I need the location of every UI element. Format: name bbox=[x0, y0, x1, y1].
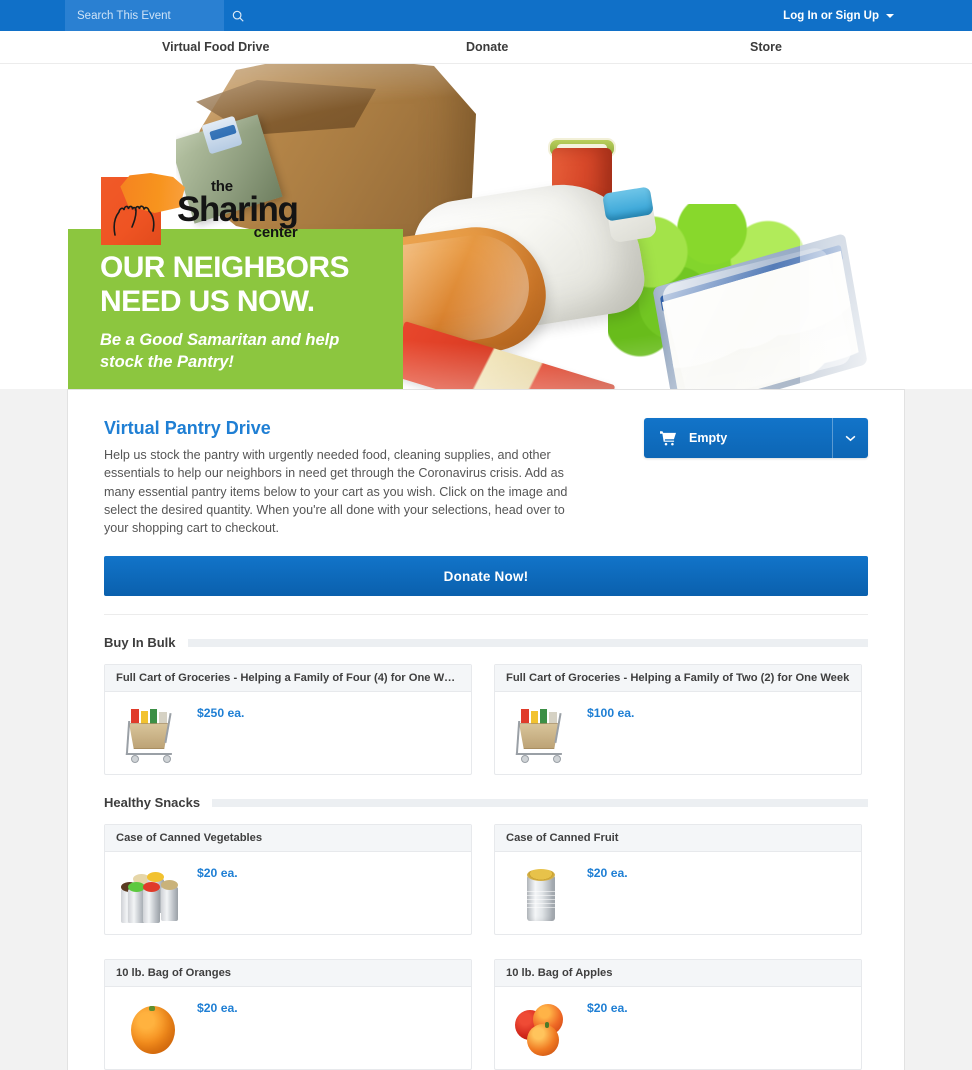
product-card[interactable]: 10 lb. Bag of Oranges $20 ea. bbox=[104, 959, 472, 1070]
chevron-down-icon[interactable] bbox=[886, 14, 894, 18]
donate-now-button[interactable]: Donate Now! bbox=[104, 556, 868, 597]
panel-header: Virtual Pantry Drive Help us stock the p… bbox=[104, 418, 868, 537]
section-title: Healthy Snacks bbox=[104, 795, 201, 811]
hero-subheadline: Be a Good Samaritan and help stock the P… bbox=[100, 331, 340, 371]
product-grid-buy-in-bulk: Full Cart of Groceries - Helping a Famil… bbox=[104, 664, 868, 776]
product-body[interactable]: $20 ea. bbox=[105, 852, 471, 934]
section-divider-bar bbox=[212, 798, 868, 807]
product-body[interactable]: $100 ea. bbox=[495, 692, 861, 774]
helping-hands-icon bbox=[101, 173, 185, 245]
canned-vegetables-thumbnail[interactable] bbox=[119, 861, 183, 925]
apples-thumbnail[interactable] bbox=[509, 996, 573, 1060]
top-bar: Log In or Sign Up bbox=[0, 0, 972, 31]
product-card[interactable]: 10 lb. Bag of Apples $20 ea. bbox=[494, 959, 862, 1070]
nav-item-virtual-food-drive[interactable]: Virtual Food Drive bbox=[162, 31, 269, 64]
content-panel: Virtual Pantry Drive Help us stock the p… bbox=[67, 389, 905, 1070]
logo-word-sharing: Sharing bbox=[177, 189, 299, 229]
intro-block: Virtual Pantry Drive Help us stock the p… bbox=[104, 418, 589, 537]
canned-fruit-thumbnail[interactable] bbox=[509, 861, 573, 925]
product-name: Full Cart of Groceries - Helping a Famil… bbox=[495, 665, 861, 693]
section-divider-bar bbox=[187, 638, 868, 647]
product-price: $100 ea. bbox=[587, 706, 635, 721]
product-price: $20 ea. bbox=[587, 866, 628, 881]
product-body[interactable]: $20 ea. bbox=[495, 987, 861, 1069]
hero-headline-line1: OUR NEIGHBORS bbox=[100, 251, 349, 284]
product-card[interactable]: Full Cart of Groceries - Helping a Famil… bbox=[104, 664, 472, 776]
product-name: Case of Canned Vegetables bbox=[105, 825, 471, 853]
product-card[interactable]: Case of Canned Vegetables $20 ea. bbox=[104, 824, 472, 936]
section-header-buy-in-bulk: Buy In Bulk bbox=[104, 635, 868, 650]
hero-banner: the Sharing center OUR NEIGHBORS NEED US… bbox=[0, 64, 972, 389]
product-body[interactable]: $20 ea. bbox=[495, 852, 861, 934]
cart-button[interactable]: Empty bbox=[644, 418, 868, 458]
product-card[interactable]: Full Cart of Groceries - Helping a Famil… bbox=[494, 664, 862, 776]
section-header-healthy-snacks: Healthy Snacks bbox=[104, 795, 868, 810]
nav-item-store[interactable]: Store bbox=[750, 31, 782, 64]
cart-status-label: Empty bbox=[689, 431, 728, 445]
search-box[interactable] bbox=[65, 0, 244, 31]
page-title: Virtual Pantry Drive bbox=[104, 418, 271, 438]
product-price: $20 ea. bbox=[587, 1001, 628, 1016]
product-name: Case of Canned Fruit bbox=[495, 825, 861, 853]
grocery-cart-thumbnail[interactable] bbox=[509, 701, 573, 765]
hero-message-panel: OUR NEIGHBORS NEED US NOW. Be a Good Sam… bbox=[68, 229, 403, 389]
nav-item-donate[interactable]: Donate bbox=[466, 31, 508, 64]
section-title: Buy In Bulk bbox=[104, 635, 176, 651]
product-price: $20 ea. bbox=[197, 1001, 238, 1016]
product-card[interactable]: Case of Canned Fruit $20 ea. bbox=[494, 824, 862, 936]
hero-headline-line2: NEED US NOW. bbox=[100, 284, 315, 318]
cart-dropdown-toggle[interactable] bbox=[832, 418, 868, 458]
grocery-cart-thumbnail[interactable] bbox=[119, 701, 183, 765]
product-name: 10 lb. Bag of Apples bbox=[495, 960, 861, 988]
shopping-cart-icon bbox=[660, 430, 676, 446]
page-background: Virtual Pantry Drive Help us stock the p… bbox=[0, 389, 972, 1070]
oranges-thumbnail[interactable] bbox=[119, 996, 183, 1060]
product-body[interactable]: $250 ea. bbox=[105, 692, 471, 774]
product-price: $250 ea. bbox=[197, 706, 245, 721]
product-price: $20 ea. bbox=[197, 866, 238, 881]
sharing-center-logo: the Sharing center bbox=[101, 169, 401, 249]
product-body[interactable]: $20 ea. bbox=[105, 987, 471, 1069]
product-name: Full Cart of Groceries - Helping a Famil… bbox=[105, 665, 471, 693]
page-description: Help us stock the pantry with urgently n… bbox=[104, 448, 568, 535]
search-icon[interactable] bbox=[231, 9, 245, 23]
product-name: 10 lb. Bag of Oranges bbox=[105, 960, 471, 988]
divider bbox=[104, 614, 868, 616]
login-signup-button[interactable]: Log In or Sign Up bbox=[783, 0, 894, 31]
login-signup-label: Log In or Sign Up bbox=[783, 9, 879, 22]
search-input[interactable] bbox=[77, 9, 231, 22]
product-grid-healthy-snacks: Case of Canned Vegetables $20 ea. Case o… bbox=[104, 824, 868, 1070]
main-navigation: Virtual Food Drive Donate Store bbox=[0, 31, 972, 64]
